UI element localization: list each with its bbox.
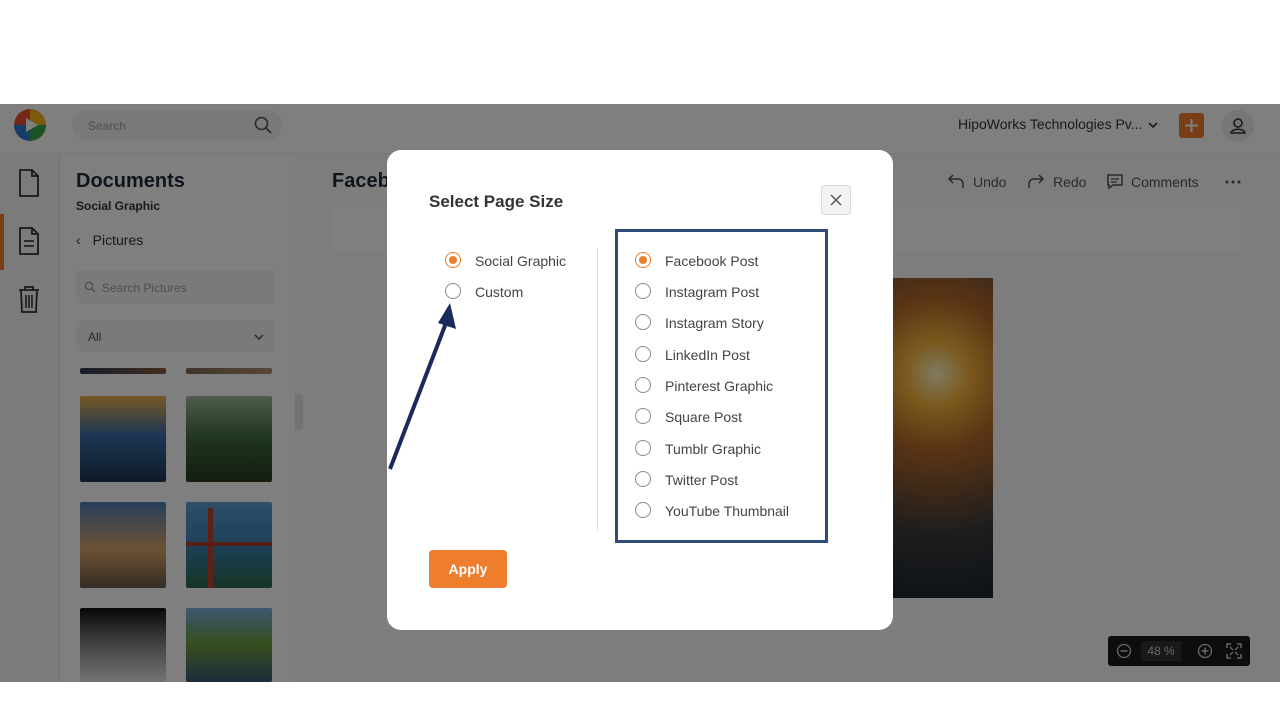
radio-button[interactable] xyxy=(635,471,651,487)
select-page-size-dialog: Select Page Size Social Graphic Custom F… xyxy=(387,150,893,630)
radio-label: Tumblr Graphic xyxy=(665,441,761,457)
radio-button[interactable] xyxy=(445,252,461,268)
radio-option-pinterest-graphic[interactable]: Pinterest Graphic xyxy=(635,376,815,396)
options-divider xyxy=(597,248,598,530)
radio-label: LinkedIn Post xyxy=(665,347,750,363)
radio-option-facebook-post[interactable]: Facebook Post xyxy=(635,251,815,271)
radio-button[interactable] xyxy=(635,346,651,362)
radio-button[interactable] xyxy=(635,314,651,330)
close-icon xyxy=(830,194,842,206)
radio-option-custom[interactable]: Custom xyxy=(445,282,595,302)
radio-button[interactable] xyxy=(445,283,461,299)
app-window: Search HipoWorks Technologies Pv... xyxy=(0,104,1280,682)
radio-label: Instagram Story xyxy=(665,315,764,331)
radio-label: YouTube Thumbnail xyxy=(665,503,790,519)
apply-button[interactable]: Apply xyxy=(429,550,507,588)
radio-button[interactable] xyxy=(635,408,651,424)
radio-option-youtube-thumbnail[interactable]: YouTube Thumbnail xyxy=(635,501,815,521)
radio-label: Social Graphic xyxy=(475,253,567,269)
radio-button[interactable] xyxy=(635,252,651,268)
annotation-arrow xyxy=(388,303,456,470)
radio-label: Pinterest Graphic xyxy=(665,378,774,394)
radio-label: Square Post xyxy=(665,409,743,425)
radio-label: Facebook Post xyxy=(665,253,759,269)
radio-option-tumblr-graphic[interactable]: Tumblr Graphic xyxy=(635,439,815,459)
radio-button[interactable] xyxy=(635,377,651,393)
radio-button[interactable] xyxy=(635,440,651,456)
radio-option-instagram-story[interactable]: Instagram Story xyxy=(635,313,815,333)
radio-label: Twitter Post xyxy=(665,472,739,488)
radio-label: Instagram Post xyxy=(665,284,760,300)
radio-option-twitter-post[interactable]: Twitter Post xyxy=(635,470,815,490)
radio-option-linkedin-post[interactable]: LinkedIn Post xyxy=(635,345,815,365)
radio-option-square-post[interactable]: Square Post xyxy=(635,407,815,427)
close-button[interactable] xyxy=(821,185,851,215)
radio-option-instagram-post[interactable]: Instagram Post xyxy=(635,282,815,302)
radio-button[interactable] xyxy=(635,502,651,518)
dialog-title: Select Page Size xyxy=(429,192,564,211)
radio-label: Custom xyxy=(475,284,524,300)
radio-option-social-graphic[interactable]: Social Graphic xyxy=(445,251,595,271)
radio-button[interactable] xyxy=(635,283,651,299)
